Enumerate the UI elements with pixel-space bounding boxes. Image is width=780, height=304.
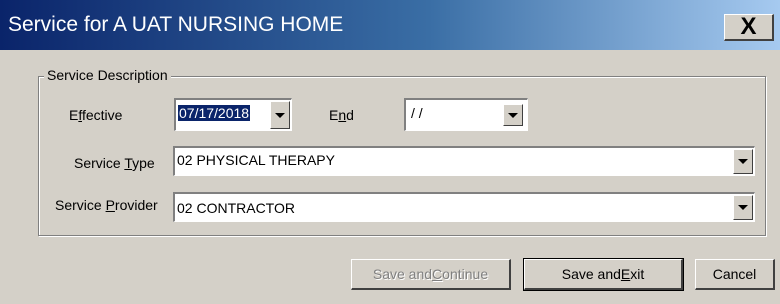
service-provider-label: Service Provider bbox=[55, 197, 158, 213]
service-dialog: Service for A UAT NURSING HOME X Service… bbox=[0, 0, 780, 304]
close-button[interactable]: X bbox=[724, 14, 774, 41]
effective-date-field[interactable]: 07/17/2018 bbox=[174, 98, 292, 131]
service-provider-value: 02 CONTRACTOR bbox=[177, 200, 295, 216]
chevron-down-icon bbox=[275, 112, 285, 118]
chevron-down-icon bbox=[738, 205, 748, 210]
end-date-value: / / bbox=[411, 105, 423, 121]
service-type-value: 02 PHYSICAL THERAPY bbox=[177, 152, 335, 168]
chevron-down-icon bbox=[508, 112, 518, 118]
title-bar[interactable]: Service for A UAT NURSING HOME X bbox=[0, 0, 780, 50]
chevron-down-icon bbox=[738, 159, 748, 164]
group-legend: Service Description bbox=[44, 67, 171, 83]
save-and-continue-button[interactable]: Save and Continue bbox=[351, 259, 511, 290]
save-and-exit-button[interactable]: Save and Exit bbox=[523, 258, 684, 291]
effective-label: Effective bbox=[69, 107, 123, 123]
service-provider-dropdown[interactable] bbox=[733, 195, 753, 220]
close-icon: X bbox=[740, 13, 757, 40]
end-date-dropdown[interactable] bbox=[503, 104, 523, 126]
service-type-label: Service Type bbox=[74, 155, 155, 171]
service-provider-select[interactable]: 02 CONTRACTOR bbox=[173, 192, 755, 222]
effective-date-dropdown[interactable] bbox=[270, 101, 290, 129]
window-title: Service for A UAT NURSING HOME bbox=[8, 13, 344, 36]
cancel-button[interactable]: Cancel bbox=[695, 259, 775, 290]
effective-date-value: 07/17/2018 bbox=[178, 105, 251, 121]
service-type-select[interactable]: 02 PHYSICAL THERAPY bbox=[173, 146, 755, 176]
service-type-dropdown[interactable] bbox=[733, 149, 753, 174]
end-date-field[interactable]: / / bbox=[404, 98, 528, 131]
end-label: End bbox=[329, 107, 354, 123]
